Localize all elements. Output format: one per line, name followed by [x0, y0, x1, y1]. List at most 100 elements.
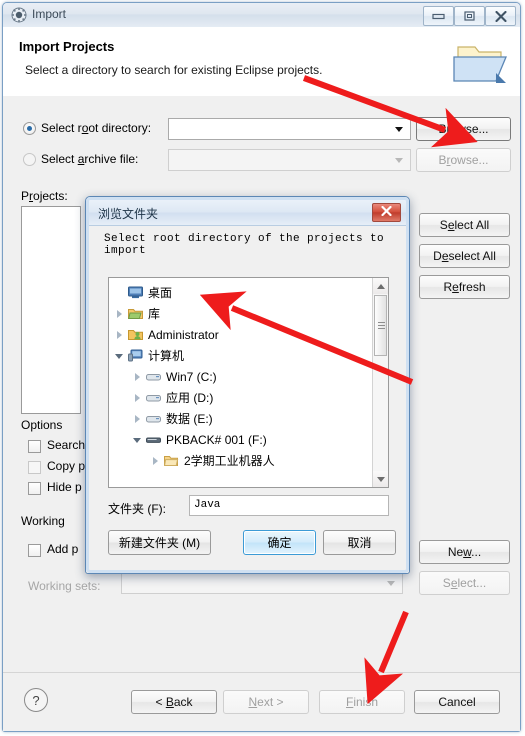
browse-archive-button[interactable]: Browse... [416, 148, 511, 172]
label-select-root-directory: Select root directory: [41, 121, 152, 135]
back-label: < Back [155, 695, 193, 709]
tree-item-drive-c[interactable]: Win7 (C:) [133, 366, 217, 387]
help-icon-glyph: ? [32, 692, 40, 708]
new-folder-button[interactable]: 新建文件夹 (M) [108, 530, 211, 555]
finish-button[interactable]: Finish [319, 690, 405, 714]
tree-item-administrator[interactable]: Administrator [115, 324, 219, 345]
tree-twisty-open-icon[interactable] [115, 351, 125, 361]
option-copy-checkbox[interactable] [28, 461, 41, 474]
select-all-button[interactable]: Select All [419, 213, 510, 237]
deselect-all-button[interactable]: Deselect All [419, 244, 510, 268]
modal-title-bar: 浏览文件夹 [89, 200, 406, 226]
browse-root-label: Browse... [438, 122, 489, 136]
tree-item-drive-d[interactable]: 应用 (D:) [133, 387, 213, 408]
add-to-working-sets-checkbox[interactable] [28, 544, 41, 557]
working-sets-title: Working [21, 514, 65, 528]
maximize-icon [455, 7, 484, 25]
tree-item-label: Administrator [148, 327, 219, 342]
chevron-down-icon [395, 158, 403, 163]
folder-name-label: 文件夹 (F): [108, 502, 166, 516]
folder-icon [164, 454, 180, 468]
option-search-label: Search [47, 438, 86, 452]
archive-file-combo[interactable] [168, 149, 411, 171]
refresh-button[interactable]: Refresh [419, 275, 510, 299]
page-subtitle: Select a directory to search for existin… [25, 63, 323, 77]
computer-icon [128, 349, 144, 363]
library-folder-icon [128, 307, 144, 321]
tree-item-label: Win7 (C:) [166, 369, 217, 384]
tree-item-drive-e[interactable]: 数据 (E:) [133, 408, 213, 429]
scrollbar-grip [378, 322, 385, 329]
tree-item-folder-robotics[interactable]: 2学期工业机器人 [151, 450, 275, 471]
tree-twisty-closed-icon[interactable] [133, 414, 143, 424]
drive-icon [146, 370, 162, 384]
tree-twisty-closed-icon[interactable] [115, 330, 125, 340]
help-button[interactable]: ? [24, 688, 48, 712]
minimize-button[interactable] [423, 6, 454, 26]
cancel-button[interactable]: Cancel [414, 690, 500, 714]
deselect-all-label: Deselect All [433, 249, 496, 263]
page-title: Import Projects [19, 39, 115, 54]
radio-select-root-directory[interactable] [23, 122, 36, 135]
new-working-set-button[interactable]: New... [419, 540, 510, 564]
finish-label: Finish [345, 695, 379, 709]
tree-item-library[interactable]: 库 [115, 303, 160, 324]
removable-drive-icon [146, 433, 162, 447]
radio-select-archive-file[interactable] [23, 153, 36, 166]
cancel-label: Cancel [438, 695, 476, 709]
select-working-set-button[interactable]: Select... [419, 571, 510, 595]
tree-item-computer[interactable]: 计算机 [115, 345, 184, 366]
tree-item-desktop[interactable]: 桌面 [115, 282, 172, 303]
new-working-set-label: New... [447, 545, 482, 559]
next-button[interactable]: Next > [223, 690, 309, 714]
close-icon [486, 7, 515, 25]
close-button[interactable] [485, 6, 516, 26]
tree-item-label: 数据 (E:) [166, 412, 213, 426]
tree-item-label: PKBACK# 001 (F:) [166, 432, 267, 447]
tree-twisty-closed-icon[interactable] [133, 372, 143, 382]
drive-icon [146, 391, 162, 405]
desktop-icon [128, 286, 144, 300]
browse-root-button[interactable]: Browse... [416, 117, 511, 141]
close-icon [381, 205, 392, 219]
back-button[interactable]: < Back [131, 690, 217, 714]
ok-label: 确定 [267, 536, 292, 550]
label-select-archive-file: Select archive file: [41, 152, 139, 166]
ok-button[interactable]: 确定 [243, 530, 316, 555]
tree-item-label: 桌面 [148, 286, 173, 300]
option-hide-label: Hide p [47, 480, 82, 494]
modal-close-button[interactable] [372, 203, 401, 222]
import-folder-icon [452, 39, 508, 87]
options-title: Options [21, 418, 63, 432]
tree-scrollbar[interactable] [372, 278, 388, 487]
maximize-button[interactable] [454, 6, 485, 26]
browse-archive-label: Browse... [438, 153, 489, 167]
tree-twisty-closed-icon[interactable] [151, 456, 161, 466]
tree-item-drive-f[interactable]: PKBACK# 001 (F:) [133, 429, 267, 450]
tree-item-label: 计算机 [148, 349, 185, 363]
tree-twisty-none [115, 288, 125, 298]
option-hide-checkbox[interactable] [28, 482, 41, 495]
root-directory-combo[interactable] [168, 118, 411, 140]
folder-name-input[interactable]: Java [189, 495, 389, 516]
projects-list[interactable] [21, 206, 81, 414]
tree-twisty-open-icon[interactable] [133, 435, 143, 445]
scroll-up-icon[interactable] [373, 278, 388, 294]
add-to-working-sets-label: Add p [47, 542, 79, 556]
select-all-label: Select All [439, 218, 490, 232]
cancel-button-modal[interactable]: 取消 [323, 530, 396, 555]
folder-tree[interactable]: 桌面 库 Administrator 计算机 Win7 (C:) 应用 (D:)… [108, 277, 389, 488]
option-search-checkbox[interactable] [28, 440, 41, 453]
eclipse-import-icon [11, 7, 27, 23]
tree-twisty-closed-icon[interactable] [133, 393, 143, 403]
working-sets-combo[interactable] [121, 572, 403, 594]
scroll-down-icon[interactable] [373, 471, 388, 487]
scrollbar-thumb[interactable] [374, 295, 387, 356]
select-working-set-label: Select... [442, 576, 487, 590]
user-folder-icon [128, 328, 144, 342]
tree-twisty-closed-icon[interactable] [115, 309, 125, 319]
next-label: Next > [248, 695, 284, 709]
chevron-down-icon [387, 581, 395, 586]
label-projects: Projects: [21, 189, 68, 203]
window-title: Import [32, 7, 67, 21]
